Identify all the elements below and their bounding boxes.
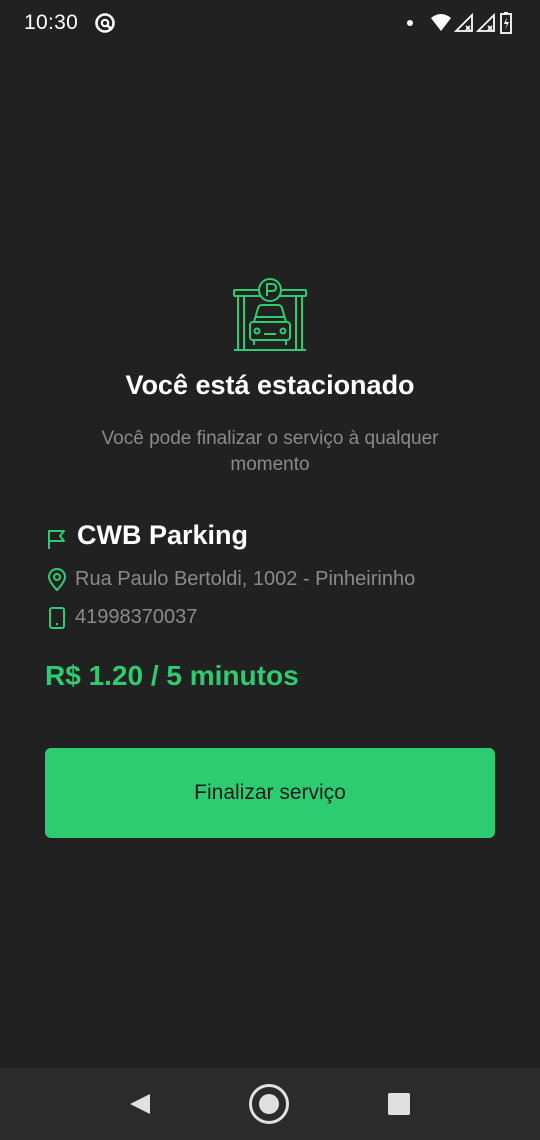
- recents-icon[interactable]: [388, 1093, 410, 1115]
- status-bar: 10:30: [0, 0, 540, 46]
- signal-icon: [476, 12, 495, 32]
- navigation-bar: [0, 1068, 540, 1140]
- home-icon[interactable]: [248, 1083, 290, 1125]
- battery-icon: [500, 12, 512, 34]
- back-icon[interactable]: [128, 1092, 152, 1116]
- dot-icon: [407, 20, 413, 26]
- app-notification-icon: [95, 13, 115, 33]
- signal-icon: [454, 12, 473, 32]
- parking-name: CWB Parking: [77, 520, 249, 550]
- location-pin-icon: [47, 568, 67, 592]
- parking-address: Rua Paulo Bertoldi, 1002 - Pinheirinho: [75, 568, 416, 590]
- flag-icon: [48, 530, 65, 549]
- parking-phone: 41998370037: [75, 606, 198, 628]
- page-subtitle: Você pode finalizar o serviço à qualquer…: [101, 428, 439, 475]
- parking-garage-icon: [233, 278, 307, 351]
- page-title: Você está estacionado: [125, 370, 415, 400]
- phone-icon: [49, 607, 65, 629]
- wifi-icon: [431, 14, 451, 31]
- finish-service-button[interactable]: Finalizar serviço: [45, 748, 495, 838]
- parked-screen: 10:30 Você está estacionado Você pode fi…: [0, 0, 540, 1140]
- status-time: 10:30: [24, 11, 79, 34]
- parking-price: R$ 1.20 / 5 minutos: [45, 660, 299, 691]
